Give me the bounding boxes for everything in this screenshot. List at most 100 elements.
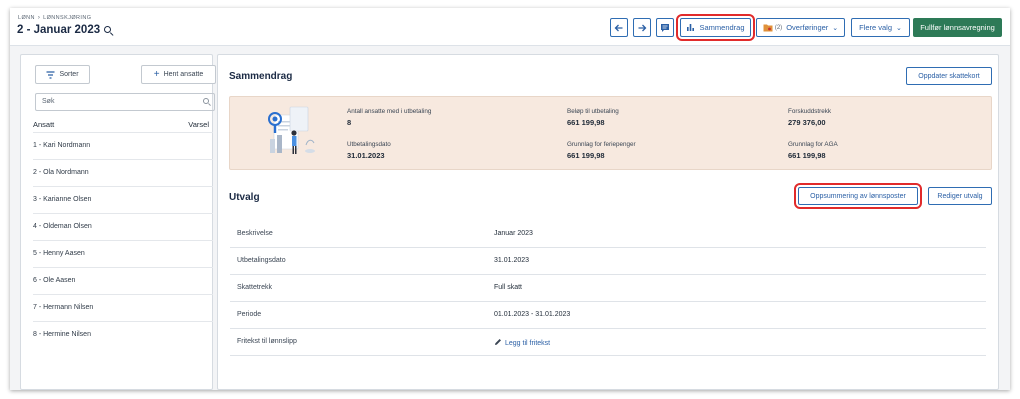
breadcrumb: LØNN › LØNNSKJØRING	[18, 15, 91, 21]
row-key: Skattetrekk	[237, 284, 273, 291]
previous-button[interactable]	[610, 18, 628, 37]
employee-list-header: Ansatt Varsel	[33, 120, 209, 129]
rediger-utvalg-label: Rediger utvalg	[937, 192, 983, 200]
row-value: Full skatt	[494, 284, 523, 291]
employee-list-item[interactable]: 7 - Hermann Nilsen	[33, 294, 213, 321]
sort-label: Sorter	[59, 71, 79, 78]
row-value: 31.01.2023	[494, 257, 530, 264]
sammendrag-button[interactable]: Sammendrag	[676, 14, 755, 41]
search-icon[interactable]	[104, 26, 112, 33]
stat-label: Beløp til utbetaling	[567, 108, 619, 115]
stat-payment-date: Utbetalingsdato 31.01.2023	[347, 141, 391, 160]
add-free-text-label: Legg til fritekst	[505, 340, 551, 347]
stat-label: Forskuddstrekk	[788, 108, 832, 115]
stat-payout-amount: Beløp til utbetaling 661 199,98	[567, 108, 619, 127]
chevron-down-icon: ⌄	[896, 24, 902, 32]
main-panel: Sammendrag Oppdater skattekort Antall an…	[217, 54, 999, 390]
employee-name: 2 - Ola Nordmann	[33, 169, 89, 176]
row-key: Fritekst til lønnslipp	[237, 338, 297, 345]
breadcrumb-root[interactable]: LØNN	[18, 15, 35, 21]
fullfor-label: Fullfør lønnsavregning	[920, 23, 995, 32]
stat-label: Grunnlag for feriepenger	[567, 141, 636, 148]
stat-value: 661 199,98	[567, 151, 605, 160]
overforinger-count: (2)	[774, 24, 783, 31]
selection-row: Utbetalingsdato 31.01.2023	[230, 248, 986, 275]
selection-row: Skattetrekk Full skatt	[230, 275, 986, 302]
page-title: 2 - Januar 2023	[17, 24, 112, 36]
employee-name: 7 - Hermann Nilsen	[33, 304, 94, 311]
row-key: Utbetalingsdato	[237, 257, 286, 264]
fullfor-lonnsavregning-button[interactable]: Fullfør lønnsavregning	[913, 18, 1002, 37]
employee-sidebar: Sorter + Hent ansatte Søk Ansatt Varsel …	[20, 54, 216, 390]
col-ansatt: Ansatt	[33, 120, 55, 129]
employee-list-item[interactable]: 8 - Hermine Nilsen	[33, 321, 213, 348]
update-tax-card-button[interactable]: Oppdater skattekort	[906, 67, 992, 85]
col-varsel: Varsel	[188, 120, 209, 129]
employee-list-item[interactable]: 6 - Ole Aasen	[33, 267, 213, 294]
page-title-text: 2 - Januar 2023	[17, 24, 101, 36]
employee-name: 4 - Oldeman Olsen	[33, 223, 92, 230]
employee-list-item[interactable]: 2 - Ola Nordmann	[33, 159, 213, 186]
selection-heading: Utvalg	[229, 192, 260, 203]
top-bar: LØNN › LØNNSKJØRING 2 - Januar 2023 Samm…	[10, 8, 1010, 46]
overforinger-label: Overføringer	[786, 23, 829, 32]
sammendrag-label: Sammendrag	[699, 23, 745, 32]
search-placeholder: Søk	[42, 98, 55, 105]
stat-value: 661 199,98	[788, 151, 826, 160]
employee-name: 1 - Kari Nordmann	[33, 142, 91, 149]
employee-name: 8 - Hermine Nilsen	[33, 331, 91, 338]
chevron-right-icon: ›	[37, 15, 41, 21]
stat-employee-count: Antall ansatte med i utbetaling 8	[347, 108, 431, 127]
stat-value: 279 376,00	[788, 118, 826, 127]
chevron-down-icon: ⌄	[832, 24, 839, 32]
employee-list-item[interactable]: 5 - Henny Aasen	[33, 240, 213, 267]
oppsummering-lonnsposter-button[interactable]: Oppsummering av lønnsposter	[794, 183, 922, 209]
employee-name: 6 - Ole Aasen	[33, 277, 76, 284]
rediger-utvalg-button[interactable]: Rediger utvalg	[928, 187, 992, 205]
employee-name: 5 - Henny Aasen	[33, 250, 85, 257]
stat-value: 661 199,98	[567, 118, 605, 127]
row-key: Periode	[237, 311, 262, 318]
stat-value: 31.01.2023	[347, 151, 385, 160]
plus-icon: +	[153, 68, 160, 80]
stat-label: Grunnlag for AGA	[788, 141, 838, 148]
oppsummering-label: Oppsummering av lønnsposter	[810, 192, 906, 200]
flere-valg-dropdown[interactable]: Flere valg ⌄	[851, 18, 910, 37]
row-key: Beskrivelse	[237, 230, 273, 237]
bar-chart-icon	[687, 24, 695, 31]
stat-withholding: Forskuddstrekk 279 376,00	[788, 108, 831, 127]
folder-icon	[763, 24, 773, 32]
hent-ansatte-label: Hent ansatte	[163, 71, 204, 78]
sort-button[interactable]: Sorter	[35, 65, 90, 84]
breadcrumb-leaf[interactable]: LØNNSKJØRING	[43, 15, 91, 21]
next-button[interactable]	[633, 18, 651, 37]
filter-icon	[46, 70, 55, 79]
employee-search-input[interactable]: Søk	[35, 93, 215, 111]
selection-row: Fritekst til lønnslipp Legg til fritekst	[230, 329, 986, 356]
arrow-right-icon	[638, 24, 647, 31]
flere-valg-label: Flere valg	[859, 23, 893, 32]
row-value: Januar 2023	[494, 230, 533, 237]
selection-row: Beskrivelse Januar 2023	[230, 221, 986, 248]
employee-list-item[interactable]: 3 - Karianne Olsen	[33, 186, 213, 213]
row-value: 01.01.2023 - 31.01.2023	[494, 311, 571, 318]
selection-row: Periode 01.01.2023 - 31.01.2023	[230, 302, 986, 329]
stat-label: Antall ansatte med i utbetaling	[347, 108, 432, 115]
stat-value: 8	[347, 118, 352, 127]
summary-card: Antall ansatte med i utbetaling 8 Beløp …	[229, 96, 992, 170]
employee-list-item[interactable]: 4 - Oldeman Olsen	[33, 213, 213, 240]
employee-list-item[interactable]: 1 - Kari Nordmann	[33, 132, 213, 159]
chat-icon	[661, 23, 669, 32]
search-icon	[203, 98, 209, 104]
pencil-icon	[495, 339, 501, 345]
app-window: LØNN › LØNNSKJØRING 2 - Januar 2023 Samm…	[10, 8, 1010, 390]
employee-name: 3 - Karianne Olsen	[33, 196, 92, 203]
arrow-left-icon	[614, 24, 623, 31]
add-free-text-link[interactable]: Legg til fritekst	[494, 338, 550, 347]
comments-button[interactable]	[656, 18, 674, 37]
stat-label: Utbetalingsdato	[347, 141, 391, 148]
overforinger-dropdown[interactable]: (2) Overføringer ⌄	[756, 18, 845, 37]
hent-ansatte-button[interactable]: + Hent ansatte	[141, 65, 216, 84]
stat-aga-basis: Grunnlag for AGA 661 199,98	[788, 141, 838, 160]
update-tax-card-label: Oppdater skattekort	[918, 72, 980, 80]
